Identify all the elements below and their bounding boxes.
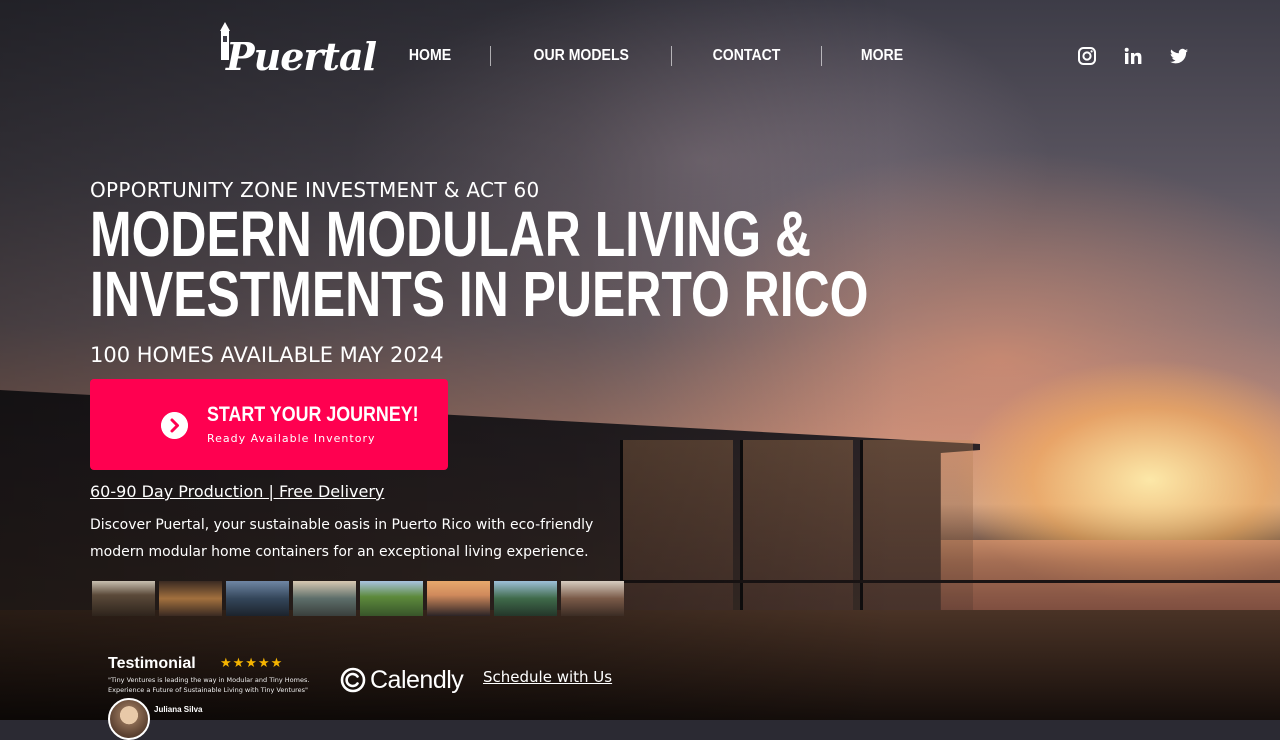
reviewer-avatar <box>108 698 150 740</box>
nav-divider <box>490 46 491 66</box>
cta-title: START YOUR JOURNEY! <box>207 403 419 426</box>
puertal-logo[interactable]: Puertal <box>216 20 377 94</box>
reviewer-name: Juliana Silva <box>154 705 203 714</box>
gallery-thumbnail[interactable] <box>159 581 222 616</box>
headline-line-2: INVESTMENTS IN PUERTO RICO <box>90 258 869 330</box>
nav-divider <box>821 46 823 66</box>
gallery-thumbnail[interactable] <box>293 581 356 616</box>
nav-divider <box>671 46 673 66</box>
gallery-thumbnail[interactable] <box>561 581 624 616</box>
gallery-thumbnail[interactable] <box>360 581 423 616</box>
gallery-thumbnail[interactable] <box>92 581 155 616</box>
cta-subtitle: Ready Available Inventory <box>207 432 376 445</box>
main-nav: HOME OUR MODELS CONTACT MORE <box>370 44 942 68</box>
gallery-thumbnail[interactable] <box>427 581 490 616</box>
testimonial-title: Testimonial <box>108 655 196 672</box>
hero-headline: MODERN MODULAR LIVING & INVESTMENTS IN P… <box>90 198 869 330</box>
calendly-wordmark: Calendly <box>370 665 464 694</box>
calendly-icon <box>340 667 366 693</box>
logo-wordmark: Puertal <box>226 34 377 79</box>
calendly-logo[interactable]: Calendly <box>340 664 464 696</box>
gallery-thumbnail[interactable] <box>226 581 289 616</box>
linkedin-icon[interactable] <box>1121 44 1145 68</box>
nav-home[interactable]: HOME <box>377 47 483 65</box>
hero-subhead: 100 HOMES AVAILABLE MAY 2024 <box>90 343 444 367</box>
headline-line-1: MODERN MODULAR LIVING & <box>90 198 812 270</box>
schedule-with-us-link[interactable]: Schedule with Us <box>483 668 612 686</box>
testimonial-card[interactable]: Testimonial ★★★★★ "Tiny Ventures is lead… <box>104 651 330 740</box>
hero-description: Discover Puertal, your sustainable oasis… <box>90 517 594 560</box>
testimonial-quote: "Tiny Ventures is leading the way in Mod… <box>108 676 310 694</box>
gallery-thumbnails <box>92 581 624 616</box>
nav-more[interactable]: MORE <box>830 47 936 65</box>
chevron-right-circle-icon <box>161 412 188 439</box>
nav-our-models[interactable]: OUR MODELS <box>502 47 661 65</box>
star-rating: ★★★★★ <box>220 656 284 671</box>
instagram-icon[interactable] <box>1075 44 1099 68</box>
nav-contact[interactable]: CONTACT <box>681 47 812 65</box>
twitter-icon[interactable] <box>1167 44 1191 68</box>
production-delivery-link[interactable]: 60-90 Day Production | Free Delivery <box>90 482 384 501</box>
start-journey-button[interactable]: START YOUR JOURNEY! Ready Available Inve… <box>90 379 448 470</box>
gallery-thumbnail[interactable] <box>494 581 557 616</box>
